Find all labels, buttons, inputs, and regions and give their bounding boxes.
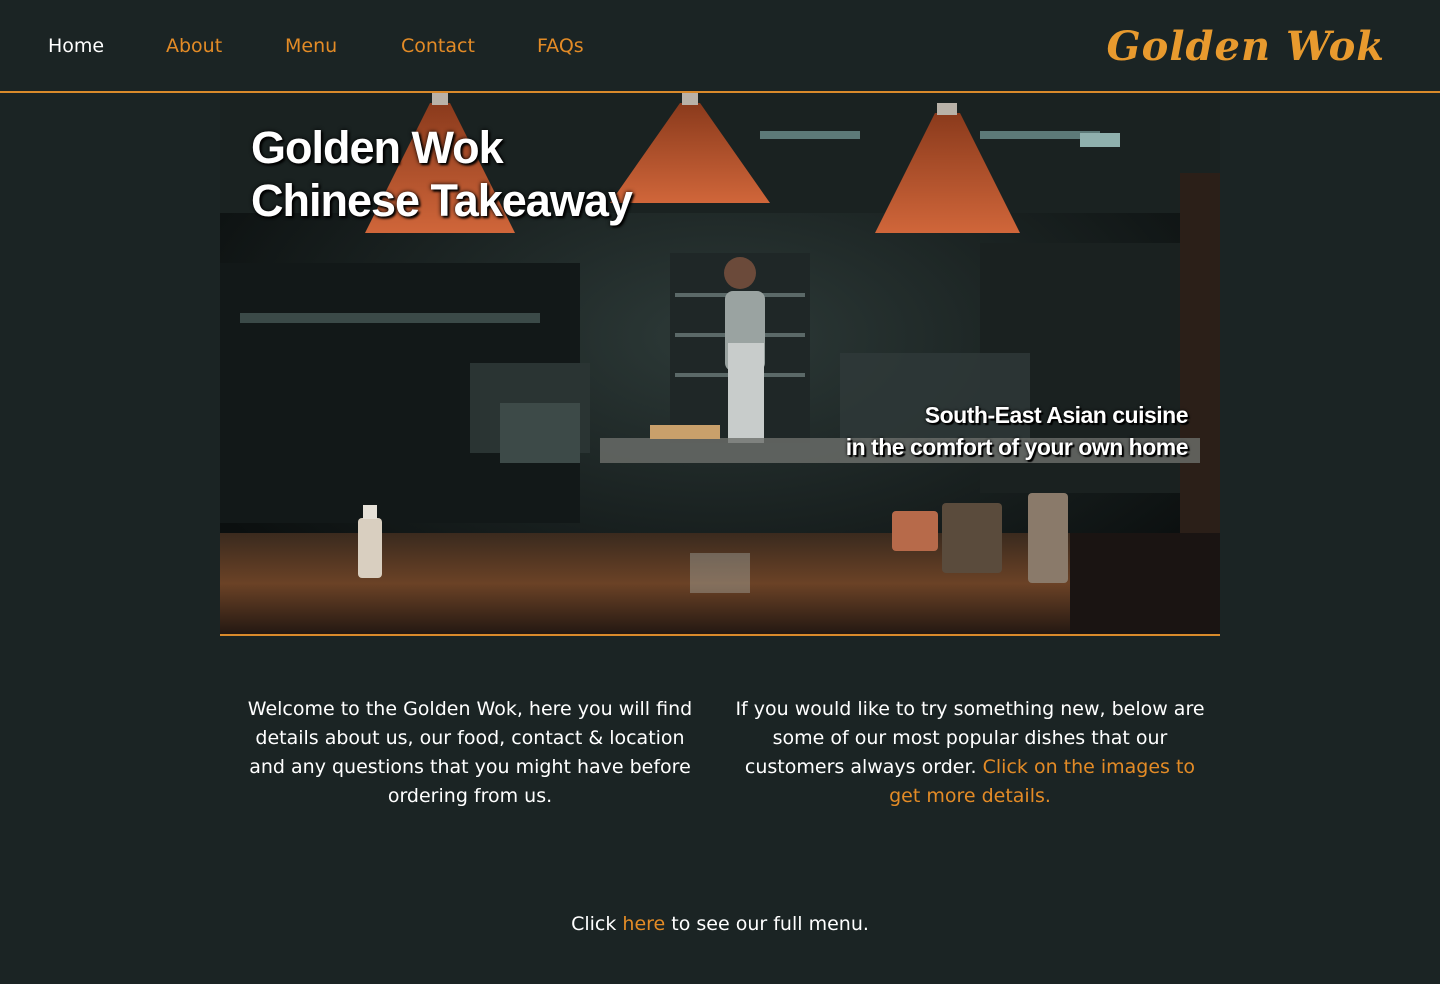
- hero-tagline-line-1: South-East Asian cuisine: [924, 402, 1189, 428]
- hero-title-line-2: Chinese Takeaway: [251, 175, 633, 226]
- nav-link-contact[interactable]: Contact: [401, 34, 475, 58]
- full-menu-link[interactable]: here: [622, 913, 665, 935]
- intro-popular-dishes: If you would like to try something new, …: [735, 695, 1205, 811]
- cta-suffix: to see our full menu.: [671, 913, 869, 935]
- nav-link-faqs[interactable]: FAQs: [537, 34, 584, 58]
- nav-link-menu[interactable]: Menu: [285, 34, 337, 58]
- intro-welcome-text: Welcome to the Golden Wok, here you will…: [247, 698, 693, 807]
- hero-title-line-1: Golden Wok: [251, 122, 504, 173]
- top-navigation: Home About Menu Contact FAQs Golden Wok: [0, 0, 1440, 93]
- brand-logo[interactable]: Golden Wok: [1106, 22, 1385, 72]
- hero-tagline-line-2: in the comfort of your own home: [845, 434, 1189, 460]
- hero-tagline: South-East Asian cuisine in the comfort …: [845, 399, 1189, 463]
- cta-prefix: Click: [571, 913, 617, 935]
- full-menu-cta: Click here to see our full menu.: [0, 910, 1440, 938]
- hero-banner: Golden Wok Chinese Takeaway South-East A…: [220, 93, 1220, 636]
- nav-link-home[interactable]: Home: [48, 34, 104, 58]
- hero-title: Golden Wok Chinese Takeaway: [251, 121, 633, 227]
- nav-link-about[interactable]: About: [166, 34, 222, 58]
